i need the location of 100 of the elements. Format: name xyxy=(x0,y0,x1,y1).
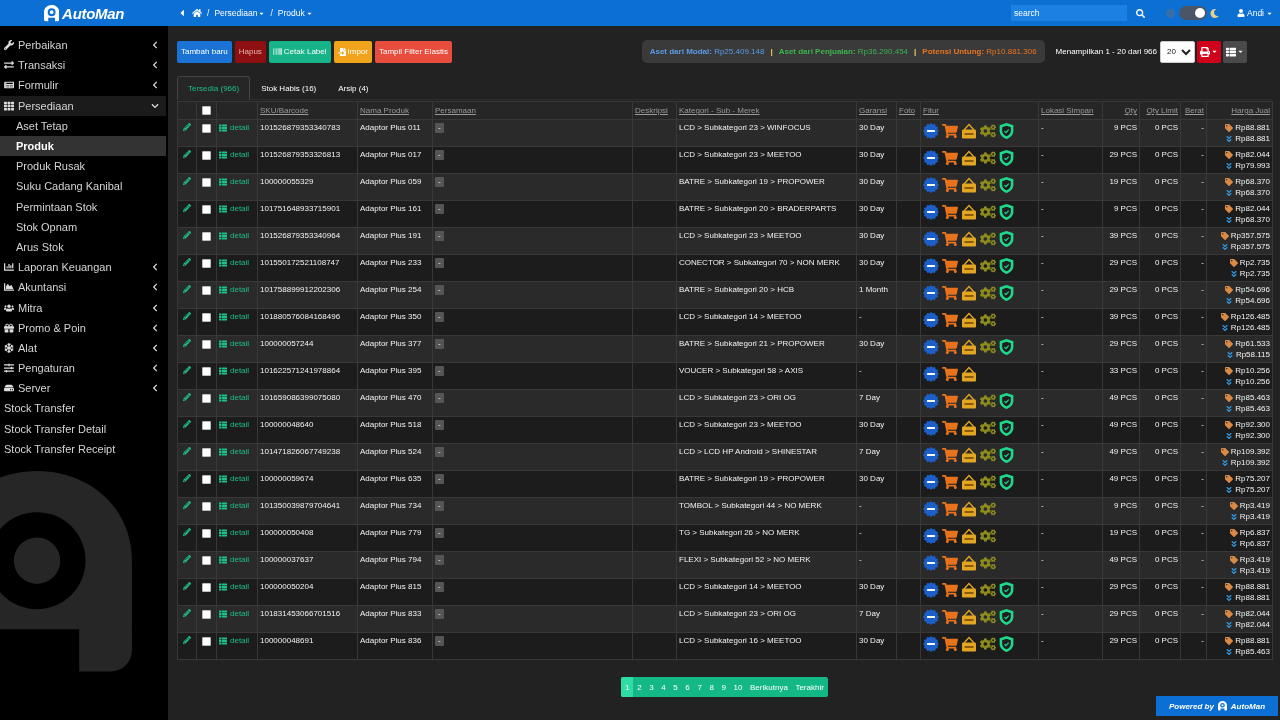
row-checkbox[interactable] xyxy=(202,178,211,187)
new-badge-icon xyxy=(923,528,939,544)
edit-icon[interactable] xyxy=(183,609,191,617)
row-checkbox[interactable] xyxy=(202,313,211,322)
edit-icon[interactable] xyxy=(183,528,191,536)
select-all-checkbox[interactable] xyxy=(202,105,211,115)
column-header[interactable]: Deskripsi xyxy=(632,101,677,120)
filter-button[interactable]: Tampil Filter Elastis xyxy=(375,40,452,63)
column-header[interactable]: Nama Produk xyxy=(357,101,433,120)
tab[interactable]: Tersedia (966) xyxy=(177,76,251,100)
sidebar-subitem[interactable]: Aset Tetap xyxy=(0,115,166,136)
row-checkbox[interactable] xyxy=(202,475,211,484)
row-checkbox[interactable] xyxy=(202,151,211,160)
edit-icon[interactable] xyxy=(183,339,191,347)
row-checkbox[interactable] xyxy=(202,448,211,457)
table-cell: - xyxy=(1180,200,1207,228)
price-text: Rp357.575 xyxy=(1230,230,1270,241)
column-header[interactable]: Berat xyxy=(1180,101,1207,120)
row-checkbox[interactable] xyxy=(202,637,211,646)
sidebar-subitem[interactable]: Permintaan Stok xyxy=(0,196,166,217)
row-checkbox[interactable] xyxy=(202,286,211,295)
sidebar-item[interactable]: Persediaan xyxy=(0,95,166,116)
row-checkbox[interactable] xyxy=(202,502,211,511)
sidebar-item[interactable]: Pengaturan xyxy=(0,358,166,379)
sidebar-item[interactable]: Transaksi xyxy=(0,55,166,76)
shield-check-icon xyxy=(999,339,1014,355)
edit-icon[interactable] xyxy=(183,474,191,482)
tab[interactable]: Arsip (4) xyxy=(327,76,380,100)
home-icon[interactable] xyxy=(192,8,202,18)
sidebar-item[interactable]: Stock Transfer Receipt xyxy=(0,438,166,459)
gears-icon xyxy=(980,447,996,463)
user-menu[interactable]: Andi xyxy=(1237,8,1273,18)
sidebar-item[interactable]: Server xyxy=(0,378,166,399)
row-checkbox[interactable] xyxy=(202,421,211,430)
edit-icon[interactable] xyxy=(183,501,191,509)
row-checkbox[interactable] xyxy=(202,205,211,214)
sidebar-subitem[interactable]: Arus Stok xyxy=(0,236,166,258)
column-header[interactable]: Qty Limit xyxy=(1139,101,1181,120)
page-size-select[interactable]: 20 xyxy=(1160,40,1195,63)
sidebar-item[interactable]: Alat xyxy=(0,337,166,358)
column-header[interactable]: Harga Jual xyxy=(1206,101,1273,120)
edit-icon[interactable] xyxy=(183,150,191,158)
table-cell: - xyxy=(1180,281,1207,309)
sidebar-subitem[interactable]: Produk Rusak xyxy=(0,156,166,177)
breadcrumb-link[interactable]: Produk xyxy=(277,8,313,18)
row-checkbox[interactable] xyxy=(202,367,211,376)
column-header[interactable]: SKU/Barcode xyxy=(257,101,358,120)
row-checkbox[interactable] xyxy=(202,529,211,538)
edit-icon[interactable] xyxy=(183,231,191,239)
edit-icon[interactable] xyxy=(183,258,191,266)
column-header[interactable]: Kategori - Sub - Merek xyxy=(676,101,857,120)
row-checkbox[interactable] xyxy=(202,394,211,403)
edit-icon[interactable] xyxy=(183,555,191,563)
price-tag-icon xyxy=(1229,528,1238,537)
row-checkbox[interactable] xyxy=(202,232,211,241)
sidebar-item[interactable]: Stock Transfer xyxy=(0,398,166,419)
column-header[interactable]: Foto xyxy=(896,101,921,120)
column-header[interactable]: Lokasi Simpan xyxy=(1038,101,1103,120)
row-checkbox[interactable] xyxy=(202,259,211,268)
edit-icon[interactable] xyxy=(183,447,191,455)
edit-icon[interactable] xyxy=(183,420,191,428)
chevron-left-icon xyxy=(151,41,159,50)
print-button[interactable] xyxy=(1197,40,1221,63)
columns-button[interactable] xyxy=(1223,40,1247,63)
sidebar-subitem[interactable]: Produk xyxy=(0,135,166,157)
edit-icon[interactable] xyxy=(183,204,191,212)
column-header[interactable]: Qty xyxy=(1102,101,1140,120)
row-checkbox[interactable] xyxy=(202,583,211,592)
edit-icon[interactable] xyxy=(183,582,191,590)
search-button[interactable] xyxy=(1136,8,1145,18)
powered-by-badge[interactable]: Powered by AutoMan xyxy=(1156,696,1278,716)
sidebar-subitem[interactable]: Suku Cadang Kanibal xyxy=(0,176,166,197)
edit-icon[interactable] xyxy=(183,636,191,644)
column-header[interactable]: Garansi xyxy=(856,101,897,120)
add-button[interactable]: Tambah baru xyxy=(177,40,232,63)
row-checkbox[interactable] xyxy=(202,610,211,619)
row-checkbox[interactable] xyxy=(202,340,211,349)
sidebar-item[interactable]: Promo & Poin xyxy=(0,317,166,338)
sidebar-item[interactable]: Mitra xyxy=(0,297,166,318)
edit-icon[interactable] xyxy=(183,177,191,185)
sidebar-subitem[interactable]: Stok Opnam xyxy=(0,216,166,237)
column-header[interactable]: Fitur xyxy=(920,101,1039,120)
edit-icon[interactable] xyxy=(183,123,191,131)
sidebar-item[interactable]: Laporan Keuangan xyxy=(0,257,166,278)
sidebar-item[interactable]: Stock Transfer Detail xyxy=(0,418,166,439)
row-checkbox[interactable] xyxy=(202,556,211,565)
row-checkbox[interactable] xyxy=(202,124,211,133)
sidebar-item[interactable]: Perbaikan xyxy=(0,35,166,56)
breadcrumb-link[interactable]: Persediaan xyxy=(214,8,266,18)
delete-button[interactable]: Hapus xyxy=(234,40,266,63)
edit-icon[interactable] xyxy=(183,312,191,320)
sidebar-item[interactable]: Formulir xyxy=(0,75,166,96)
tab[interactable]: Stok Habis (16) xyxy=(250,76,328,100)
edit-icon[interactable] xyxy=(183,366,191,374)
search-field[interactable]: search xyxy=(1011,5,1127,21)
sidebar-item[interactable]: Akuntansi xyxy=(0,277,166,298)
column-header[interactable]: Persamaan xyxy=(432,101,633,120)
theme-toggle[interactable] xyxy=(1179,6,1207,20)
edit-icon[interactable] xyxy=(183,285,191,293)
edit-icon[interactable] xyxy=(183,393,191,401)
